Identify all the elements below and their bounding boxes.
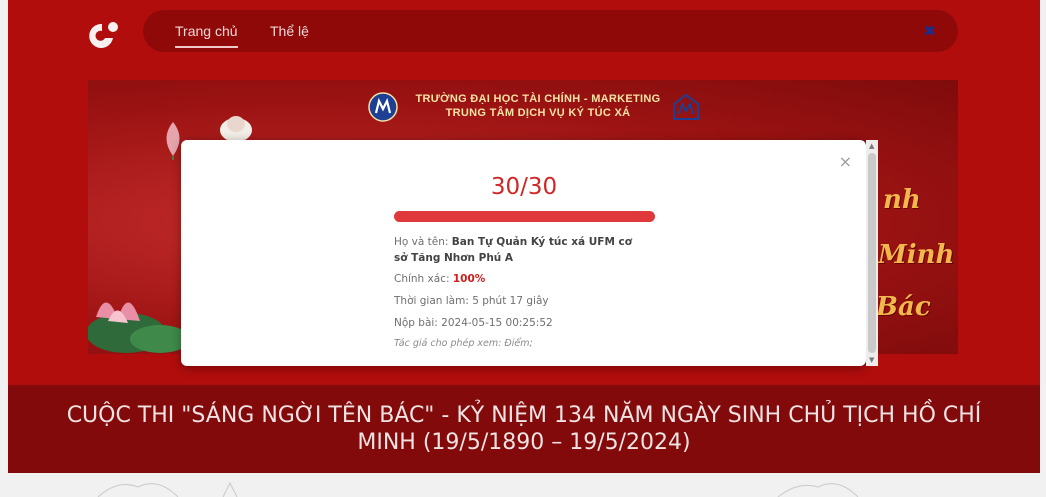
school-line-2: TRUNG TÂM DỊCH VỤ KÝ TÚC XÁ	[445, 107, 631, 119]
footer-decoration	[97, 481, 859, 497]
nav-rules-link[interactable]: Thể lệ	[270, 23, 309, 39]
page: Trang chủ Thể lệ ✖ TRƯỜNG ĐẠI HỌC TÀI CH…	[0, 0, 1046, 497]
close-icon[interactable]: ✖	[923, 22, 936, 40]
scroll-down-icon[interactable]: ▼	[869, 356, 874, 364]
school-name: TRƯỜNG ĐẠI HỌC TÀI CHÍNH - MARKETING TRU…	[408, 92, 668, 120]
close-icon[interactable]: ×	[839, 152, 852, 171]
score-progress-bar	[394, 211, 655, 222]
accuracy-row: Chính xác: 100%	[394, 273, 485, 285]
score-progress-fill	[394, 211, 655, 222]
app-logo-icon[interactable]	[86, 20, 120, 50]
result-modal: × 30/30 Họ và tên: Ban Tự Quản Ký túc xá…	[181, 140, 866, 366]
name-label: Họ và tên:	[394, 236, 449, 248]
school-logo-icon	[368, 92, 398, 122]
banner-gold-text-1: nh	[883, 185, 921, 215]
scroll-up-icon[interactable]: ▲	[869, 142, 874, 150]
contest-title: CUỘC THI "SÁNG NGỜI TÊN BÁC" - KỶ NIỆM 1…	[66, 403, 982, 455]
nav-home-link[interactable]: Trang chủ	[175, 23, 238, 48]
time-row: Thời gian làm: 5 phút 17 giây	[394, 295, 549, 307]
name-row: Họ và tên: Ban Tự Quản Ký túc xá UFM cơ …	[394, 234, 644, 266]
modal-scrollbar[interactable]: ▲ ▼	[866, 140, 878, 366]
accuracy-label: Chính xác:	[394, 273, 450, 285]
title-strip: CUỘC THI "SÁNG NGỜI TÊN BÁC" - KỶ NIỆM 1…	[8, 385, 1040, 473]
author-note: Tác giả cho phép xem: Điểm;	[394, 338, 533, 349]
nav-bar: Trang chủ Thể lệ ✖	[143, 10, 958, 52]
school-line-1: TRƯỜNG ĐẠI HỌC TÀI CHÍNH - MARKETING	[415, 93, 661, 105]
accuracy-value: 100%	[452, 273, 486, 285]
banner-gold-text-3: Bác	[876, 292, 931, 322]
dormitory-logo-icon	[673, 93, 699, 120]
school-header: TRƯỜNG ĐẠI HỌC TÀI CHÍNH - MARKETING TRU…	[368, 88, 699, 130]
scroll-thumb[interactable]	[868, 153, 876, 353]
submitted-row: Nộp bài: 2024-05-15 00:25:52	[394, 317, 553, 329]
score-text: 30/30	[490, 174, 558, 200]
banner-gold-text-2: Minh	[878, 240, 955, 270]
lotus-flower-icon	[220, 116, 252, 142]
